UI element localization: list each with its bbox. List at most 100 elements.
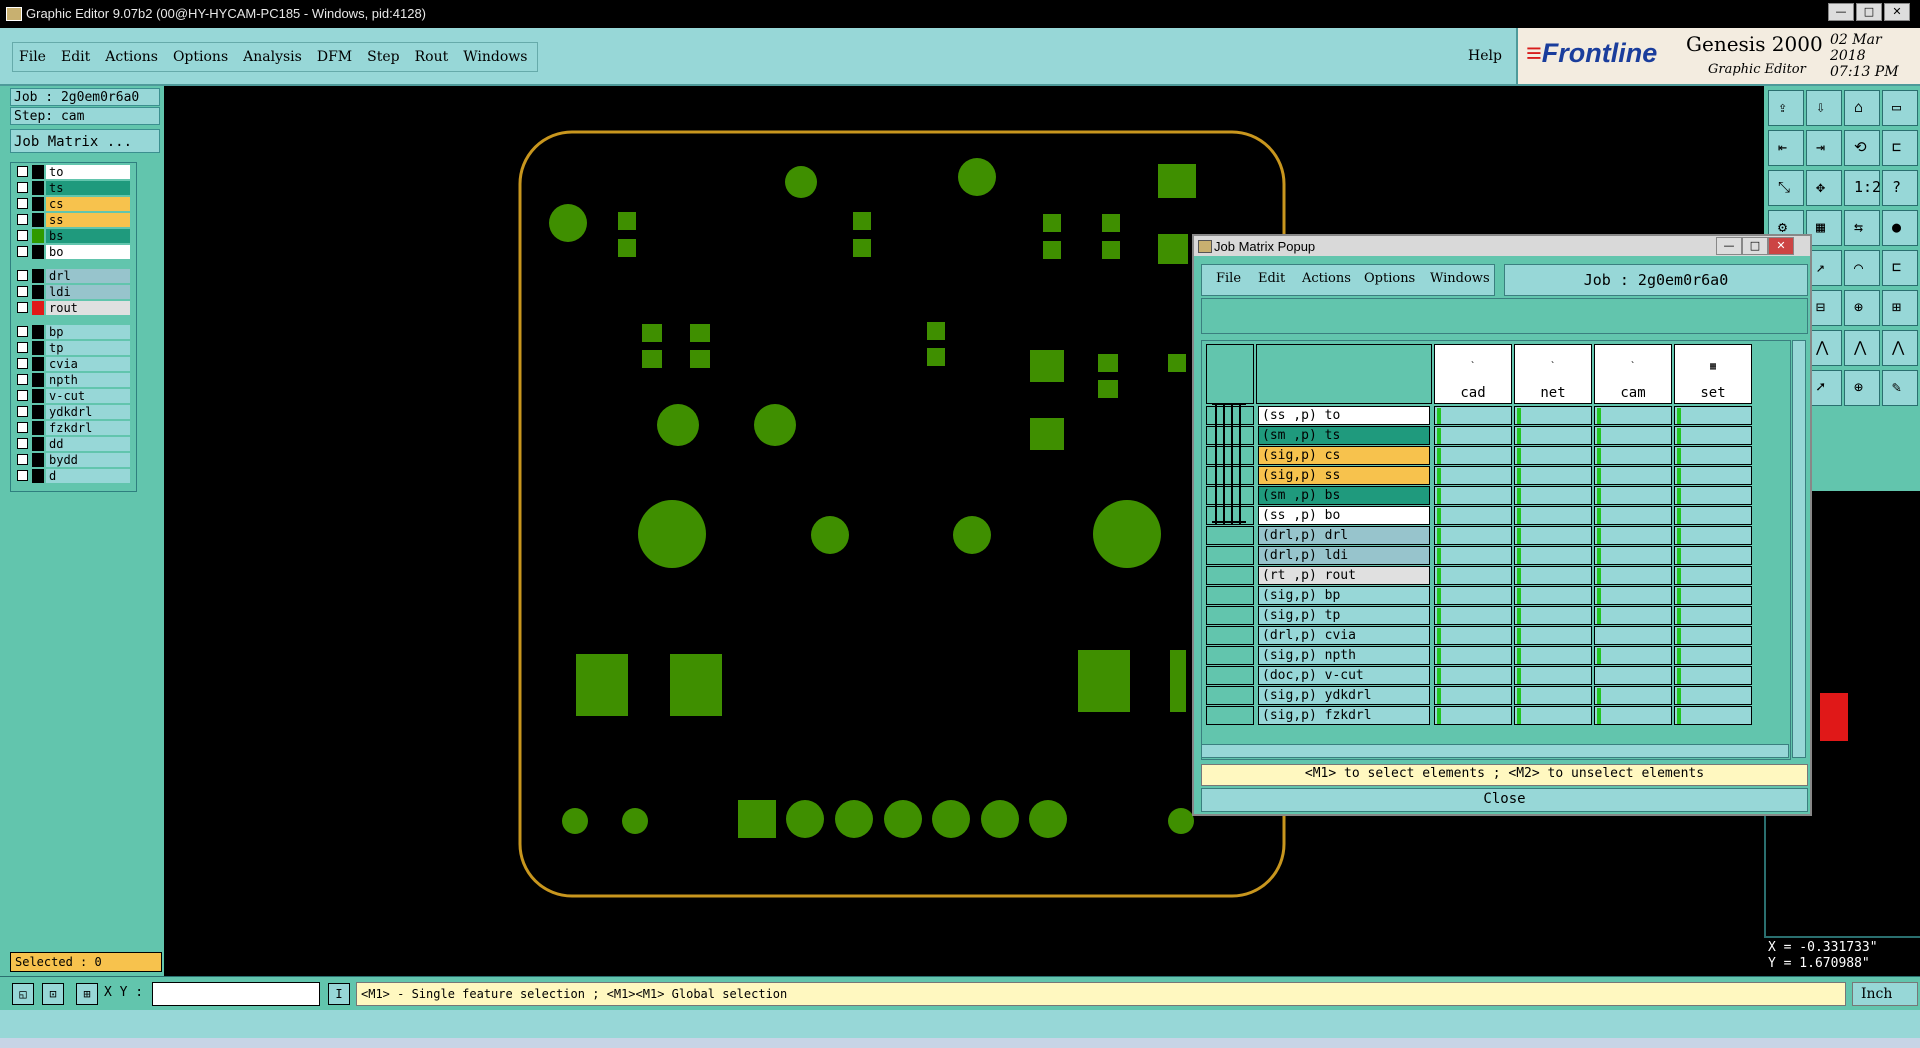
menu-rout[interactable]: Rout: [415, 49, 449, 65]
layer-name[interactable]: ydkdrl: [46, 405, 130, 419]
matrix-row-label[interactable]: (sig,p) cs: [1258, 446, 1430, 465]
tool-button-icon[interactable]: 1:2: [1844, 170, 1881, 206]
matrix-cell[interactable]: [1594, 406, 1672, 425]
layer-color-swatch[interactable]: [32, 325, 44, 339]
matrix-row-label[interactable]: (sig,p) ydkdrl: [1258, 686, 1430, 705]
tool-button-icon[interactable]: ⇆: [1844, 210, 1880, 246]
matrix-cell[interactable]: [1594, 606, 1672, 625]
matrix-row-label[interactable]: (sig,p) fzkdrl: [1258, 706, 1430, 725]
popup-maximize-icon[interactable]: □: [1742, 237, 1768, 255]
menu-analysis[interactable]: Analysis: [243, 49, 302, 65]
layer-name[interactable]: ldi: [46, 285, 130, 299]
matrix-cell[interactable]: [1514, 686, 1592, 705]
matrix-cell[interactable]: [1674, 466, 1752, 485]
layer-row-ts[interactable]: ts: [17, 181, 133, 195]
tool-button-icon[interactable]: ⌒: [1844, 250, 1880, 286]
matrix-cell[interactable]: [1434, 406, 1512, 425]
layer-color-swatch[interactable]: [32, 229, 44, 243]
layer-color-swatch[interactable]: [32, 357, 44, 371]
layer-name[interactable]: bydd: [46, 453, 130, 467]
matrix-cell[interactable]: [1434, 706, 1512, 725]
tool-button-icon[interactable]: ?: [1882, 170, 1918, 206]
popup-close-button[interactable]: Close: [1201, 788, 1808, 812]
layer-name[interactable]: d: [46, 469, 130, 483]
matrix-cell[interactable]: [1594, 686, 1672, 705]
layer-name[interactable]: fzkdrl: [46, 421, 130, 435]
popup-menu-windows[interactable]: Windows: [1430, 271, 1490, 286]
matrix-cell[interactable]: [1674, 426, 1752, 445]
matrix-cell[interactable]: [1434, 506, 1512, 525]
tool-button-icon[interactable]: ⊞: [1882, 290, 1918, 326]
matrix-cell[interactable]: [1434, 606, 1512, 625]
layer-row-dd[interactable]: dd: [17, 437, 133, 451]
matrix-cell[interactable]: [1514, 706, 1592, 725]
layer-name[interactable]: v-cut: [46, 389, 130, 403]
layer-row-to[interactable]: to: [17, 165, 133, 179]
matrix-cell[interactable]: [1434, 526, 1512, 545]
matrix-cell[interactable]: [1594, 526, 1672, 545]
matrix-cell[interactable]: [1514, 486, 1592, 505]
matrix-cell[interactable]: [1514, 646, 1592, 665]
layer-name[interactable]: bp: [46, 325, 130, 339]
popup-minimize-icon[interactable]: —: [1716, 237, 1742, 255]
matrix-column-set[interactable]: ▦ set: [1674, 344, 1752, 404]
job-matrix-button[interactable]: Job Matrix ...: [10, 129, 160, 153]
layer-checkbox[interactable]: [17, 374, 28, 385]
layer-color-swatch[interactable]: [32, 341, 44, 355]
layer-row-rout[interactable]: rout: [17, 301, 133, 315]
layer-color-swatch[interactable]: [32, 421, 44, 435]
menu-file[interactable]: File: [19, 49, 46, 65]
tool-button-icon[interactable]: ⤡: [1768, 170, 1804, 206]
layer-color-swatch[interactable]: [32, 453, 44, 467]
tool-button-icon[interactable]: ⇥: [1806, 130, 1842, 166]
tool-button-icon[interactable]: ⇤: [1768, 130, 1804, 166]
matrix-cell[interactable]: [1594, 506, 1672, 525]
matrix-cell[interactable]: [1674, 446, 1752, 465]
matrix-cell[interactable]: [1434, 466, 1512, 485]
menu-windows[interactable]: Windows: [463, 49, 527, 65]
layer-color-swatch[interactable]: [32, 301, 44, 315]
matrix-cell[interactable]: [1674, 486, 1752, 505]
matrix-cell[interactable]: [1434, 666, 1512, 685]
horizontal-scrollbar[interactable]: [1201, 744, 1789, 758]
matrix-column-cad[interactable]: ` cad: [1434, 344, 1512, 404]
matrix-row-label[interactable]: (sm ,p) ts: [1258, 426, 1430, 445]
layer-name[interactable]: tp: [46, 341, 130, 355]
tool-button-icon[interactable]: ⊕: [1844, 290, 1880, 326]
matrix-cell[interactable]: [1434, 446, 1512, 465]
matrix-cell[interactable]: [1514, 526, 1592, 545]
matrix-row-label[interactable]: (sig,p) bp: [1258, 586, 1430, 605]
layer-checkbox[interactable]: [17, 390, 28, 401]
matrix-row-label[interactable]: (doc,p) v-cut: [1258, 666, 1430, 685]
matrix-cell[interactable]: [1514, 566, 1592, 585]
layer-checkbox[interactable]: [17, 286, 28, 297]
layer-checkbox[interactable]: [17, 422, 28, 433]
matrix-cell[interactable]: [1594, 546, 1672, 565]
maximize-icon[interactable]: □: [1856, 3, 1882, 21]
layer-color-swatch[interactable]: [32, 405, 44, 419]
layer-name[interactable]: bo: [46, 245, 130, 259]
matrix-column-net[interactable]: ` net: [1514, 344, 1592, 404]
matrix-cell[interactable]: [1594, 426, 1672, 445]
minimize-icon[interactable]: —: [1828, 3, 1854, 21]
tool-button-icon[interactable]: ⊏: [1882, 130, 1918, 166]
layer-color-swatch[interactable]: [32, 165, 44, 179]
vertical-scrollbar[interactable]: [1792, 340, 1806, 758]
layer-row-bs[interactable]: bs: [17, 229, 133, 243]
matrix-cell[interactable]: [1674, 526, 1752, 545]
layer-color-swatch[interactable]: [32, 269, 44, 283]
layer-color-swatch[interactable]: [32, 245, 44, 259]
layer-checkbox[interactable]: [17, 166, 28, 177]
layer-name[interactable]: rout: [46, 301, 130, 315]
popup-menu-edit[interactable]: Edit: [1258, 271, 1285, 286]
layer-row-ydkdrl[interactable]: ydkdrl: [17, 405, 133, 419]
matrix-cell[interactable]: [1594, 646, 1672, 665]
menu-step[interactable]: Step: [367, 49, 399, 65]
matrix-cell[interactable]: [1434, 686, 1512, 705]
menu-edit[interactable]: Edit: [61, 49, 90, 65]
layer-name[interactable]: ss: [46, 213, 130, 227]
layer-name[interactable]: to: [46, 165, 130, 179]
layer-row-fzkdrl[interactable]: fzkdrl: [17, 421, 133, 435]
tool-button-icon[interactable]: ●: [1882, 210, 1918, 246]
matrix-row-label[interactable]: (ss ,p) bo: [1258, 506, 1430, 525]
